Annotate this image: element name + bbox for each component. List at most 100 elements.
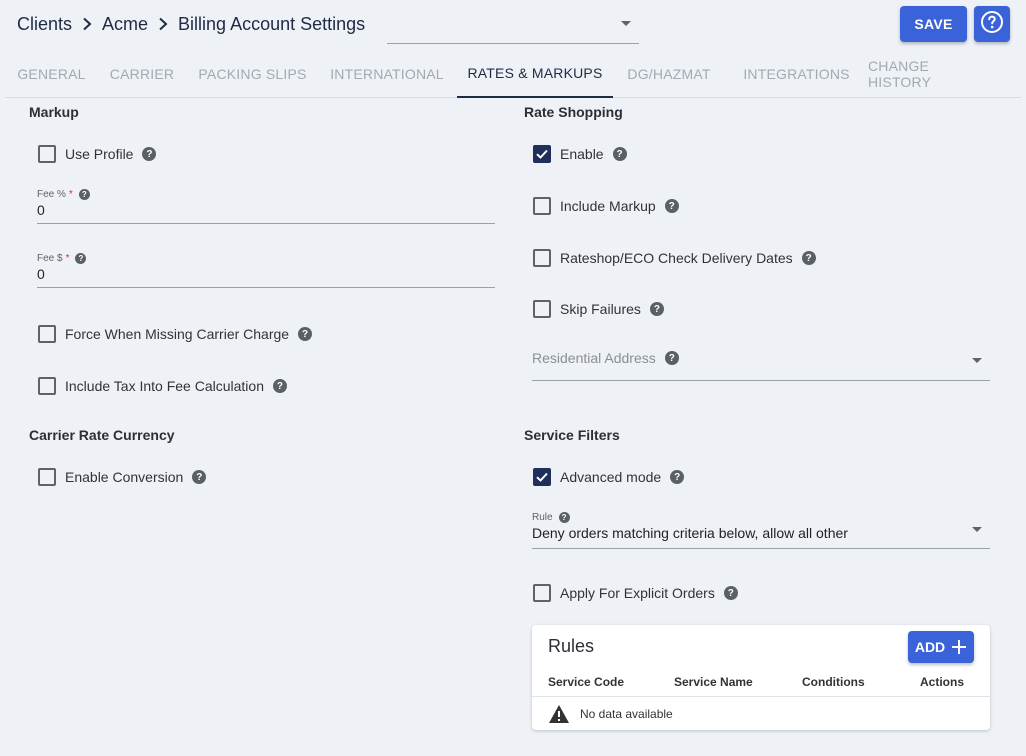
fee-dollar-label-row: Fee $ * ?	[37, 253, 495, 264]
chevron-right-icon	[72, 17, 102, 31]
plus-icon	[952, 640, 967, 654]
table-divider	[532, 696, 990, 697]
empty-state: No data available	[548, 704, 673, 724]
enable-conversion-row: Enable Conversion ?	[38, 467, 207, 487]
help-icon[interactable]: ?	[801, 251, 816, 265]
tab-dg-hazmat[interactable]: DG/HAZMAT	[613, 50, 725, 97]
advanced-mode-label: Advanced mode	[560, 469, 662, 485]
fee-dollar-label: Fee $	[37, 253, 63, 264]
include-tax-row: Include Tax Into Fee Calculation ?	[38, 376, 287, 396]
tab-carrier[interactable]: CARRIER	[98, 50, 186, 97]
page-title: Billing Account Settings	[178, 13, 366, 34]
enable-conversion-checkbox[interactable]	[38, 468, 56, 486]
add-rule-label: ADD	[914, 639, 946, 655]
skip-failures-checkbox[interactable]	[533, 300, 551, 318]
markup-title: Markup	[29, 104, 79, 120]
residential-address-select[interactable]: Residential Address ?	[532, 350, 990, 381]
help-icon[interactable]: ?	[78, 189, 90, 200]
help-icon[interactable]: ?	[272, 379, 287, 393]
skip-failures-row: Skip Failures ?	[533, 299, 664, 319]
help-icon[interactable]: ?	[649, 302, 664, 316]
checkmark-icon	[536, 149, 548, 159]
help-icon[interactable]: ?	[142, 147, 157, 161]
service-filters-title: Service Filters	[524, 427, 620, 443]
use-profile-label: Use Profile	[65, 146, 134, 162]
check-delivery-row: Rateshop/ECO Check Delivery Dates ?	[533, 248, 816, 268]
residential-address-row: Residential Address ?	[532, 350, 990, 366]
enable-conversion-label: Enable Conversion	[65, 469, 184, 485]
save-button[interactable]: SAVE	[900, 6, 967, 42]
column-header-conditions[interactable]: Conditions	[802, 675, 865, 689]
breadcrumb-acme[interactable]: Acme	[102, 14, 148, 35]
checkmark-icon	[536, 472, 548, 482]
help-icon[interactable]: ?	[664, 351, 679, 365]
breadcrumb: Clients Acme Billing Account Settings	[17, 12, 365, 36]
carrier-rate-currency-title: Carrier Rate Currency	[29, 427, 175, 443]
force-missing-label: Force When Missing Carrier Charge	[65, 326, 290, 342]
rs-enable-label: Enable	[560, 146, 604, 162]
force-missing-row: Force When Missing Carrier Charge ?	[38, 324, 313, 344]
tab-change-history[interactable]: CHANGE HISTORY	[868, 50, 992, 97]
help-icon[interactable]: ?	[723, 586, 738, 600]
help-icon[interactable]: ?	[664, 199, 679, 213]
tab-international[interactable]: INTERNATIONAL	[319, 50, 455, 97]
rule-label-row: Rule ?	[532, 512, 990, 523]
rule-label: Rule	[532, 512, 553, 523]
fee-percent-field[interactable]: Fee % * ? 0	[37, 189, 495, 224]
column-header-service-name[interactable]: Service Name	[674, 675, 753, 689]
rule-select[interactable]: Rule ? Deny orders matching criteria bel…	[532, 512, 990, 549]
fee-percent-underline	[37, 223, 495, 224]
account-select[interactable]	[387, 8, 639, 44]
include-tax-label: Include Tax Into Fee Calculation	[65, 378, 264, 394]
fee-dollar-underline	[37, 287, 495, 288]
residential-address-placeholder: Residential Address	[532, 350, 656, 366]
help-icon[interactable]: ?	[612, 147, 627, 161]
check-delivery-checkbox[interactable]	[533, 249, 551, 267]
include-markup-row: Include Markup ?	[533, 196, 679, 216]
add-rule-button[interactable]: ADD	[908, 631, 974, 663]
advanced-mode-row: Advanced mode ?	[533, 467, 685, 487]
caret-down-icon	[972, 527, 982, 532]
apply-explicit-row: Apply For Explicit Orders ?	[533, 583, 738, 603]
tab-integrations[interactable]: INTEGRATIONS	[725, 50, 868, 97]
help-icon[interactable]: ?	[558, 512, 570, 523]
rate-shopping-title: Rate Shopping	[524, 104, 623, 120]
rules-card: Rules ADD Service Code Service Name Cond…	[532, 625, 990, 730]
advanced-mode-checkbox[interactable]	[533, 468, 551, 486]
include-markup-checkbox[interactable]	[533, 197, 551, 215]
fee-dollar-field[interactable]: Fee $ * ? 0	[37, 253, 495, 288]
fee-percent-label: Fee %	[37, 189, 66, 200]
empty-state-text: No data available	[580, 707, 673, 721]
column-header-actions[interactable]: Actions	[920, 675, 964, 689]
help-icon[interactable]: ?	[298, 327, 313, 341]
chevron-right-icon	[148, 17, 178, 31]
check-delivery-label: Rateshop/ECO Check Delivery Dates	[560, 250, 793, 266]
help-icon[interactable]: ?	[75, 253, 87, 264]
skip-failures-label: Skip Failures	[560, 301, 641, 317]
use-profile-row: Use Profile ?	[38, 144, 157, 164]
fee-dollar-input[interactable]: 0	[37, 266, 495, 282]
rs-enable-checkbox[interactable]	[533, 145, 551, 163]
help-circle-icon	[980, 10, 1004, 39]
help-button[interactable]	[974, 6, 1010, 42]
include-tax-checkbox[interactable]	[38, 377, 56, 395]
tab-rates-markups[interactable]: RATES & MARKUPS	[457, 50, 613, 98]
warning-icon	[549, 705, 569, 723]
required-marker: *	[68, 189, 73, 200]
help-icon[interactable]: ?	[670, 470, 685, 484]
tab-general[interactable]: GENERAL	[5, 50, 98, 97]
fee-percent-input[interactable]: 0	[37, 202, 495, 218]
column-header-service-code[interactable]: Service Code	[548, 675, 624, 689]
apply-explicit-label: Apply For Explicit Orders	[560, 585, 715, 601]
breadcrumb-clients[interactable]: Clients	[17, 14, 72, 35]
rs-enable-row: Enable ?	[533, 144, 627, 164]
use-profile-checkbox[interactable]	[38, 145, 56, 163]
caret-down-icon	[972, 358, 982, 363]
tab-bar: GENERAL CARRIER PACKING SLIPS INTERNATIO…	[5, 50, 1021, 98]
rule-value: Deny orders matching criteria below, all…	[532, 525, 848, 541]
tab-packing-slips[interactable]: PACKING SLIPS	[186, 50, 319, 97]
apply-explicit-checkbox[interactable]	[533, 584, 551, 602]
help-icon[interactable]: ?	[192, 470, 207, 484]
force-missing-checkbox[interactable]	[38, 325, 56, 343]
fee-percent-label-row: Fee % * ?	[37, 189, 495, 200]
